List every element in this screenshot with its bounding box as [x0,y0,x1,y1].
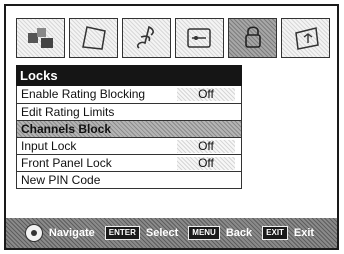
help-bar: Navigate ENTER Select MENU Back EXIT Exi… [6,218,337,248]
applications-tab[interactable] [281,18,330,58]
menu-item-label: Input Lock [21,139,77,153]
front-panel-lock-value: Off [177,157,235,170]
music-icon [136,25,154,49]
menu-item-label: Channels Block [21,122,112,136]
back-hint: Back [225,227,253,239]
audio-tab[interactable] [69,18,118,58]
navigate-pad-icon [24,224,43,242]
menu-item-input-lock[interactable]: Input Lock Off [17,137,241,154]
picture-tab[interactable] [16,18,65,58]
setup-icon [186,28,211,48]
menu-item-label: Edit Rating Limits [21,105,115,119]
locks-tab[interactable] [228,18,277,58]
menu-item-label: Enable Rating Blocking [21,87,146,101]
select-hint: Select [145,227,179,239]
audio-icon [81,26,106,50]
menu-key-icon: MENU [188,226,220,240]
navigate-hint: Navigate [48,227,95,239]
menu-item-new-pin-code[interactable]: New PIN Code [17,171,241,188]
menu-item-channels-block[interactable]: Channels Block [17,120,241,137]
enable-rating-blocking-value: Off [177,88,235,101]
exit-key-icon: EXIT [262,226,288,240]
menu-list: Enable Rating Blocking Off Edit Rating L… [16,86,242,189]
panel-title: Locks [16,65,242,86]
menu-item-enable-rating-blocking[interactable]: Enable Rating Blocking Off [17,86,241,103]
locks-icon [244,26,261,48]
tv-menu-screen: Locks Enable Rating Blocking Off Edit Ra… [4,4,339,250]
music-tab[interactable] [122,18,171,58]
input-lock-value: Off [177,140,235,153]
menu-item-edit-rating-limits[interactable]: Edit Rating Limits [17,103,241,120]
enter-key-icon: ENTER [104,226,140,240]
menu-icon-bar [16,18,334,60]
menu-item-front-panel-lock[interactable]: Front Panel Lock Off [17,154,241,171]
applications-icon [294,27,319,50]
menu-item-label: New PIN Code [21,173,101,187]
setup-tab[interactable] [175,18,224,58]
menu-item-label: Front Panel Lock [21,156,112,170]
picture-icon [27,28,53,48]
exit-hint: Exit [293,227,315,239]
locks-panel: Locks Enable Rating Blocking Off Edit Ra… [16,65,242,189]
